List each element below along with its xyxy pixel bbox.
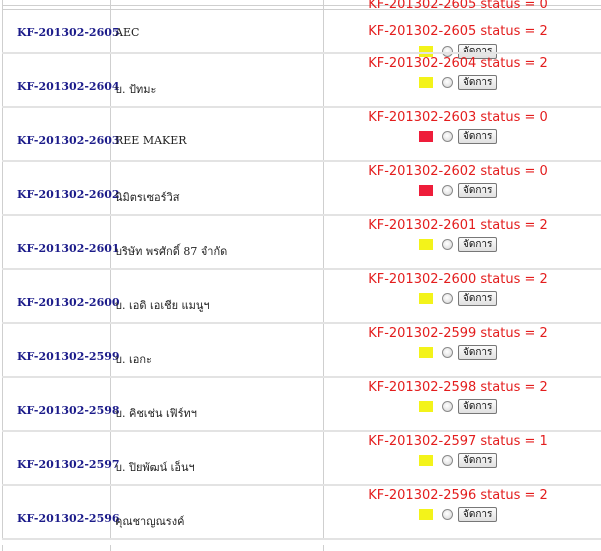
status-color-swatch xyxy=(419,130,433,142)
row-controls: จัดการ xyxy=(419,74,498,90)
table-row: KF-201302-2605 AEC KF-201302-2605 status… xyxy=(0,0,601,59)
table-tail xyxy=(0,545,601,551)
status-text: KF-201302-2602 status = 0 xyxy=(368,164,548,179)
table-row: KF-201302-2596 คุณชาญณรงค์ KF-201302-259… xyxy=(0,486,601,540)
table-row: KF-201302-2597 บ. ปิยพัฒน์ เอ็นฯ KF-2013… xyxy=(0,432,601,486)
manage-button[interactable]: จัดการ xyxy=(458,128,498,144)
company-name: นิมิตรเซอร์วิส xyxy=(115,191,180,204)
row-controls: จัดการ xyxy=(419,236,498,252)
status-text: KF-201302-2596 status = 2 xyxy=(368,488,548,503)
select-radio[interactable] xyxy=(442,238,453,250)
table-row: KF-201302-2603 REE MAKER KF-201302-2603 … xyxy=(0,108,601,162)
table-row: KF-201302-2598 บ. คิชเช่น เฟิร์ทฯ KF-201… xyxy=(0,378,601,432)
record-code: KF-201302-2601 xyxy=(17,242,120,255)
company-name: บ. คิชเช่น เฟิร์ทฯ xyxy=(115,407,197,420)
select-radio[interactable] xyxy=(442,400,453,412)
row-controls: จัดการ xyxy=(419,506,498,522)
record-code: KF-201302-2596 xyxy=(17,512,120,525)
record-code: KF-201302-2605 xyxy=(17,26,120,39)
record-code: KF-201302-2602 xyxy=(17,188,120,201)
row-controls: จัดการ xyxy=(419,452,498,468)
select-radio[interactable] xyxy=(442,76,453,88)
company-name: บ. เอดิ เอเชีย แมนูฯ xyxy=(115,299,210,312)
select-radio[interactable] xyxy=(442,508,453,520)
manage-button[interactable]: จัดการ xyxy=(458,452,498,468)
status-text: KF-201302-2597 status = 1 xyxy=(368,434,548,449)
row-controls: จัดการ xyxy=(419,128,498,144)
select-radio[interactable] xyxy=(442,454,453,466)
row-controls: จัดการ xyxy=(419,344,498,360)
manage-button[interactable]: จัดการ xyxy=(458,236,498,252)
status-text: KF-201302-2600 status = 2 xyxy=(368,272,548,287)
status-color-swatch xyxy=(419,76,433,88)
manage-button[interactable]: จัดการ xyxy=(458,398,498,414)
manage-button[interactable]: จัดการ xyxy=(458,74,498,90)
status-color-swatch xyxy=(419,454,433,466)
row-controls: จัดการ xyxy=(419,290,498,306)
status-color-swatch xyxy=(419,508,433,520)
table-row: KF-201302-2600 บ. เอดิ เอเชีย แมนูฯ KF-2… xyxy=(0,270,601,324)
table-row: KF-201302-2601 บริษัท พรศักดิ์ 87 จำกัด … xyxy=(0,216,601,270)
company-name: AEC xyxy=(115,26,140,39)
select-radio[interactable] xyxy=(442,346,453,358)
company-name: บ. เอกะ xyxy=(115,353,152,366)
company-name: บ. ป้ทมะ xyxy=(115,83,157,96)
status-color-swatch xyxy=(419,400,433,412)
company-name: บริษัท พรศักดิ์ 87 จำกัด xyxy=(115,245,228,258)
record-code: KF-201302-2603 xyxy=(17,134,120,147)
status-color-swatch xyxy=(419,184,433,196)
status-text: KF-201302-2601 status = 2 xyxy=(368,218,548,233)
manage-button[interactable]: จัดการ xyxy=(458,290,498,306)
manage-button[interactable]: จัดการ xyxy=(458,344,498,360)
record-code: KF-201302-2600 xyxy=(17,296,120,309)
status-text: KF-201302-2604 status = 2 xyxy=(368,56,548,71)
manage-button[interactable]: จัดการ xyxy=(458,506,498,522)
row-controls: จัดการ xyxy=(419,398,498,414)
select-radio[interactable] xyxy=(442,292,453,304)
select-radio[interactable] xyxy=(442,184,453,196)
status-text: KF-201302-2603 status = 0 xyxy=(368,110,548,125)
select-radio[interactable] xyxy=(442,130,453,142)
record-code: KF-201302-2599 xyxy=(17,350,120,363)
company-name: REE MAKER xyxy=(115,134,187,147)
manage-button[interactable]: จัดการ xyxy=(458,182,498,198)
status-text: KF-201302-2598 status = 2 xyxy=(368,380,548,395)
table-row: KF-201302-2604 บ. ป้ทมะ KF-201302-2604 s… xyxy=(0,54,601,108)
status-text: KF-201302-2605 status = 2 xyxy=(368,24,548,39)
record-code: KF-201302-2604 xyxy=(17,80,120,93)
company-name: คุณชาญณรงค์ xyxy=(115,515,185,528)
status-color-swatch xyxy=(419,292,433,304)
record-code: KF-201302-2597 xyxy=(17,458,120,471)
status-color-swatch xyxy=(419,346,433,358)
company-name: บ. ปิยพัฒน์ เอ็นฯ xyxy=(115,461,195,474)
row-controls: จัดการ xyxy=(419,182,498,198)
record-code: KF-201302-2598 xyxy=(17,404,120,417)
table-row: KF-201302-2602 นิมิตรเซอร์วิส KF-201302-… xyxy=(0,162,601,216)
status-text: KF-201302-2599 status = 2 xyxy=(368,326,548,341)
table-row: KF-201302-2599 บ. เอกะ KF-201302-2599 st… xyxy=(0,324,601,378)
status-color-swatch xyxy=(419,238,433,250)
